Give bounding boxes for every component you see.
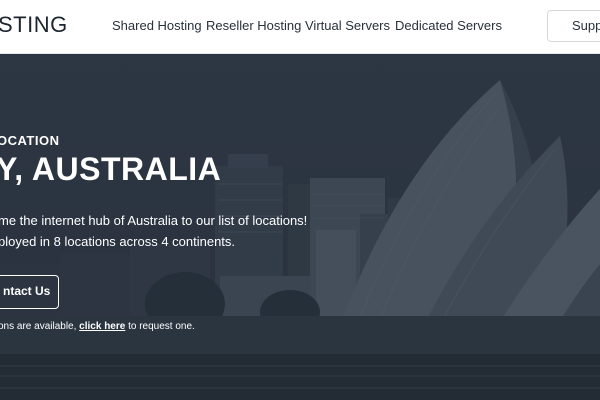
hero-description-line-1: me the internet hub of Australia to our … — [0, 213, 308, 228]
hero-description: me the internet hub of Australia to our … — [0, 210, 307, 252]
hero-description-line-2: ployed in 8 locations across 4 continent… — [0, 234, 236, 249]
site-header: STING Shared Hosting Reseller Hosting Vi… — [0, 0, 600, 54]
contact-us-button[interactable]: ntact Us — [0, 275, 59, 309]
hero-eyebrow: OCATION — [0, 133, 60, 148]
note-prefix: ons are available, — [0, 321, 80, 332]
logo[interactable]: STING — [0, 12, 68, 38]
note-suffix: to request one. — [125, 321, 195, 332]
click-here-link[interactable]: click here — [79, 321, 125, 332]
nav-shared-hosting[interactable]: Shared Hosting — [112, 17, 202, 35]
nav-virtual-servers[interactable]: Virtual Servers — [305, 17, 390, 35]
hero-section: OCATION Y, AUSTRALIA me the internet hub… — [0, 54, 600, 400]
support-button[interactable]: Suppo — [547, 10, 600, 42]
nav-reseller-hosting[interactable]: Reseller Hosting — [206, 17, 301, 35]
request-location-note: ons are available, click here to request… — [0, 321, 195, 332]
nav-dedicated-servers[interactable]: Dedicated Servers — [395, 17, 502, 35]
hero-headline: Y, AUSTRALIA — [0, 151, 222, 187]
